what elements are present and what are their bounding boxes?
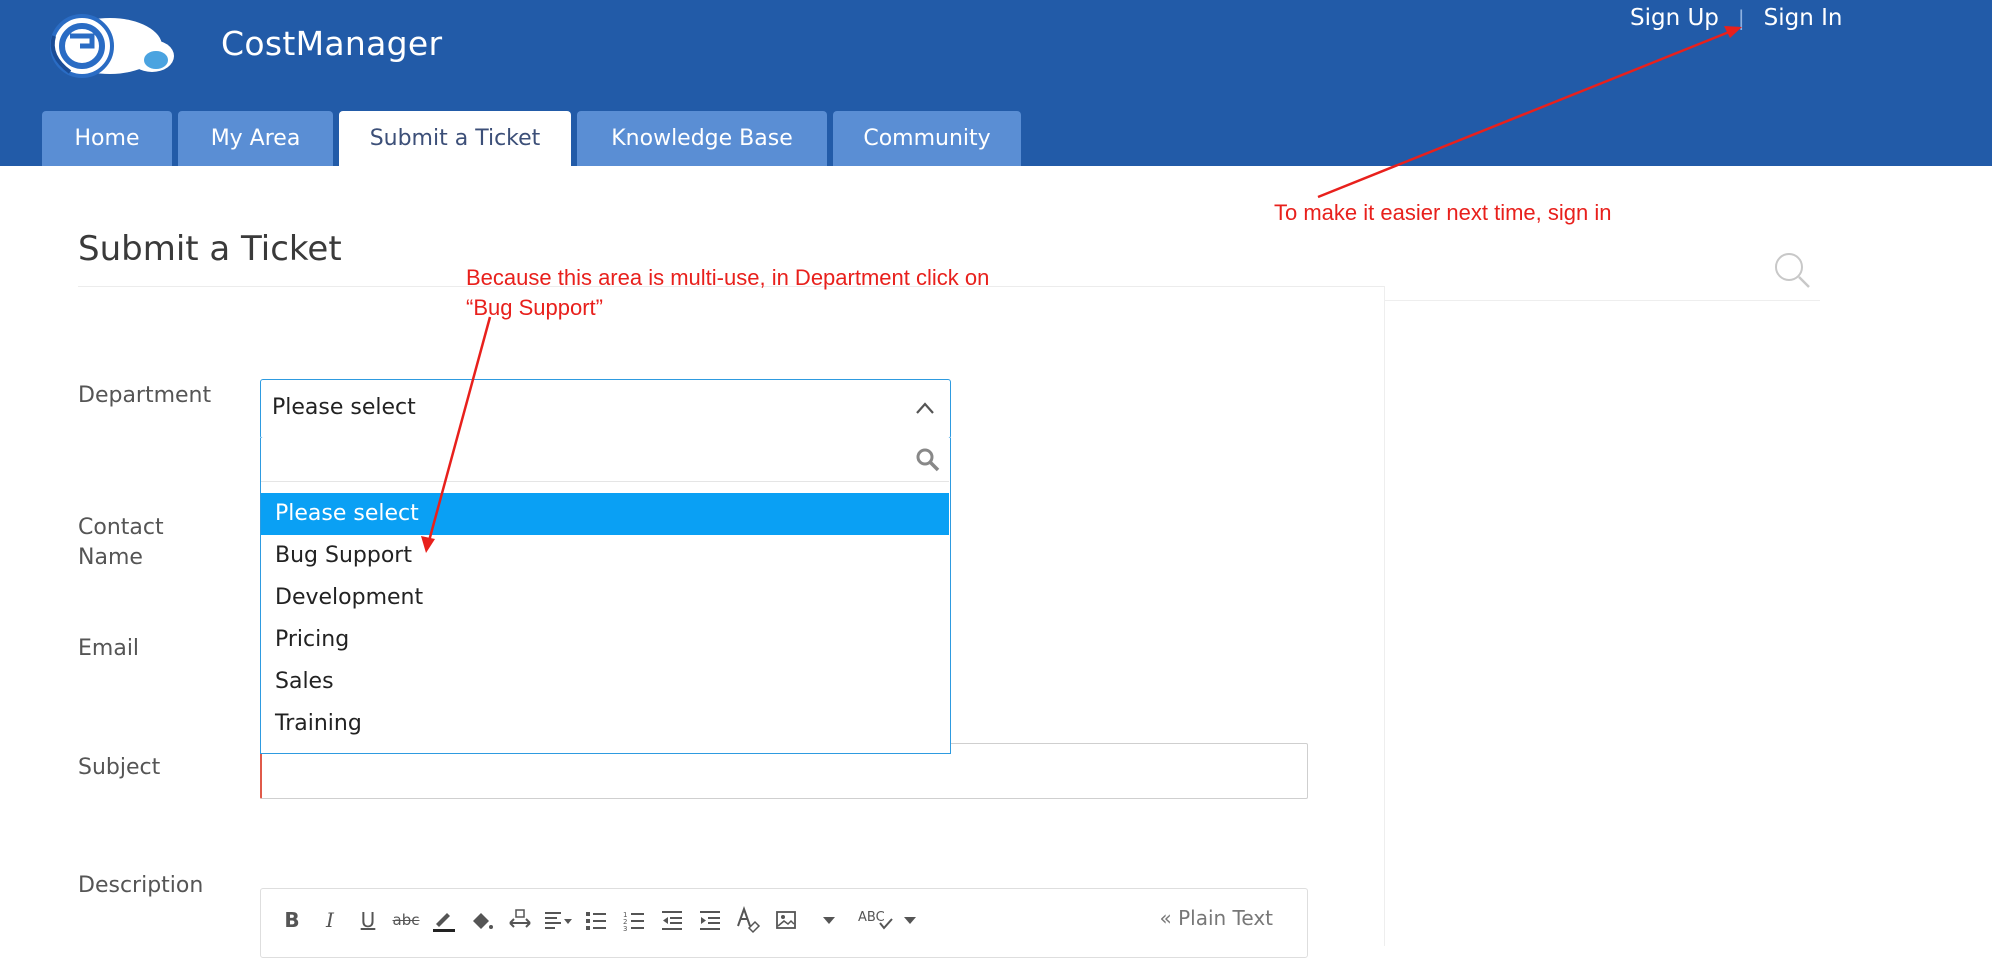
account-links: Sign Up | Sign In xyxy=(1630,2,1843,34)
subject-label: Subject xyxy=(78,755,161,780)
page-title: Submit a Ticket xyxy=(78,229,342,269)
option-training[interactable]: Training xyxy=(261,703,949,745)
more-icon[interactable] xyxy=(805,905,853,935)
bullet-list-icon[interactable] xyxy=(577,905,615,935)
image-icon[interactable] xyxy=(767,905,805,935)
tab-knowledge-base[interactable]: Knowledge Base xyxy=(577,111,827,166)
column-divider xyxy=(1384,286,1385,946)
editor-toolbar: B I U abc 123 ABC xyxy=(273,905,923,935)
tab-submit-ticket[interactable]: Submit a Ticket xyxy=(339,111,571,166)
underline-icon[interactable]: U xyxy=(349,905,387,935)
spellcheck-icon[interactable]: ABC xyxy=(853,905,923,935)
department-select-value: Please select xyxy=(272,395,416,420)
email-label: Email xyxy=(78,636,140,661)
align-icon[interactable] xyxy=(539,905,577,935)
department-select[interactable]: Please select xyxy=(260,379,951,439)
tab-community[interactable]: Community xyxy=(833,111,1021,166)
brand-name: CostManager xyxy=(221,24,443,63)
department-label: Department xyxy=(78,383,212,408)
chevron-up-icon xyxy=(916,402,934,414)
indent-icon[interactable] xyxy=(691,905,729,935)
fill-color-icon[interactable] xyxy=(463,905,501,935)
numbered-list-icon[interactable]: 123 xyxy=(615,905,653,935)
contact-name-label: Contact Name xyxy=(78,513,164,573)
option-please-select[interactable]: Please select xyxy=(261,493,949,535)
sidebar-divider xyxy=(1384,300,1820,301)
italic-icon[interactable]: I xyxy=(311,905,349,935)
sign-up-link[interactable]: Sign Up xyxy=(1630,5,1719,31)
tab-my-area[interactable]: My Area xyxy=(178,111,333,166)
option-development[interactable]: Development xyxy=(261,577,949,619)
costmanager-logo[interactable] xyxy=(40,6,180,82)
link-separator: | xyxy=(1737,6,1745,30)
bold-icon[interactable]: B xyxy=(273,905,311,935)
department-annotation: Because this area is multi-use, in Depar… xyxy=(466,263,989,323)
text-color-icon[interactable] xyxy=(425,905,463,935)
department-dropdown: Please select Bug Support Development Pr… xyxy=(260,438,951,754)
option-pricing[interactable]: Pricing xyxy=(261,619,949,661)
header: CostManager Sign Up | Sign In Home My Ar… xyxy=(0,0,1992,166)
search-icon[interactable] xyxy=(1772,250,1812,290)
outdent-icon[interactable] xyxy=(653,905,691,935)
strikethrough-icon[interactable]: abc xyxy=(387,905,425,935)
dropdown-options: Please select Bug Support Development Pr… xyxy=(261,493,949,745)
contact-label-line2: Name xyxy=(78,545,143,570)
dropdown-search-icon xyxy=(916,448,940,472)
tab-home[interactable]: Home xyxy=(42,111,172,166)
department-annotation-line1: Because this area is multi-use, in Depar… xyxy=(466,265,990,290)
option-bug-support[interactable]: Bug Support xyxy=(261,535,949,577)
sign-in-annotation: To make it easier next time, sign in xyxy=(1274,200,1612,225)
description-editor[interactable]: B I U abc 123 ABC « Plain Text xyxy=(260,888,1308,958)
clear-format-icon[interactable] xyxy=(729,905,767,935)
svg-text:3: 3 xyxy=(623,925,627,932)
text-direction-icon[interactable] xyxy=(501,905,539,935)
main-nav-tabs: Home My Area Submit a Ticket Knowledge B… xyxy=(42,111,1027,166)
sign-in-link[interactable]: Sign In xyxy=(1764,5,1843,31)
plain-text-toggle[interactable]: « Plain Text xyxy=(1159,906,1273,930)
option-sales[interactable]: Sales xyxy=(261,661,949,703)
dropdown-search-input[interactable] xyxy=(261,438,949,482)
contact-label-line1: Contact xyxy=(78,515,164,540)
department-annotation-line2: “Bug Support” xyxy=(466,295,603,320)
description-label: Description xyxy=(78,873,204,898)
